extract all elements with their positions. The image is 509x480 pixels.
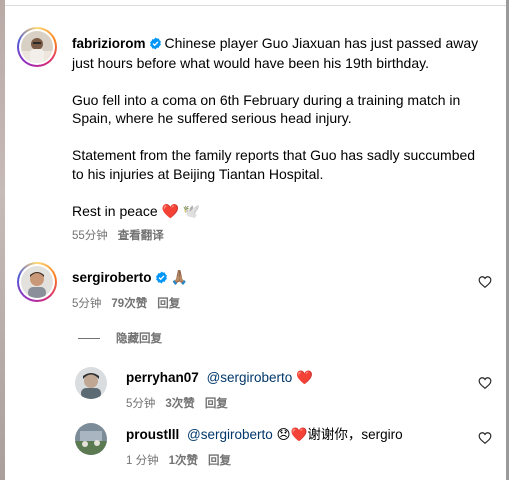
reply-username[interactable]: proustlll xyxy=(126,427,179,442)
reply-avatar[interactable] xyxy=(75,423,107,455)
caption-line-2: just hours before what would have been h… xyxy=(72,54,429,71)
caption-para2-line-2: Spain, where he suffered serious head in… xyxy=(72,110,352,126)
caption-line-1: Chinese player Guo Jiaxuan has just pass… xyxy=(164,35,479,51)
caption-para2-line-1: Guo fell into a coma on 6th February dur… xyxy=(72,91,461,108)
caption-para3-line-1: Statement from the family reports that G… xyxy=(72,147,476,163)
commenter-avatar[interactable] xyxy=(17,262,57,302)
comment-likes[interactable]: 79次赞 xyxy=(111,298,147,310)
reply-time[interactable]: 5分钟 xyxy=(126,398,155,410)
verified-badge-icon xyxy=(155,271,167,284)
top-divider xyxy=(5,0,506,6)
reply-likes[interactable]: 1次赞 xyxy=(169,455,198,467)
reply-avatar[interactable] xyxy=(75,367,107,399)
reply-mention[interactable]: @sergiroberto xyxy=(187,427,273,442)
reply-button[interactable]: 回复 xyxy=(208,455,231,467)
reply-username[interactable]: perryhan07 xyxy=(126,370,199,385)
reply-likes[interactable]: 3次赞 xyxy=(165,398,194,410)
caption-para4: Rest in peace ❤️ 🕊️ xyxy=(72,202,201,219)
comments-panel: fabriziorom Chinese player Guo Jiaxuan ha… xyxy=(0,0,509,480)
post-author-avatar[interactable] xyxy=(17,27,57,67)
verified-badge-icon xyxy=(149,37,161,50)
left-border xyxy=(0,0,5,480)
hide-replies-toggle[interactable]: 隐藏回复 xyxy=(78,330,162,346)
reply-button[interactable]: 回复 xyxy=(205,398,228,410)
hide-replies-label: 隐藏回复 xyxy=(116,333,162,345)
reply-text: ❤️ xyxy=(296,370,313,385)
see-translation-button[interactable]: 查看翻译 xyxy=(118,230,164,242)
heart-icon[interactable] xyxy=(478,376,492,390)
comment-time[interactable]: 5分钟 xyxy=(72,298,101,310)
post-time[interactable]: 55分钟 xyxy=(72,230,108,242)
post-author-username[interactable]: fabriziorom xyxy=(72,36,146,51)
reply-button[interactable]: 回复 xyxy=(157,298,180,310)
caption-para3-line-2: to his injuries at Beijing Tiantan Hospi… xyxy=(72,165,324,182)
reply-mention[interactable]: @sergiroberto xyxy=(207,370,293,385)
commenter-username[interactable]: sergiroberto xyxy=(72,270,152,285)
comment-text: 🙏🏽 xyxy=(170,269,188,285)
reply-time[interactable]: 1 分钟 xyxy=(126,455,159,467)
reply-text: 😞❤️谢谢你，sergiro xyxy=(276,427,403,442)
heart-icon[interactable] xyxy=(478,275,492,289)
divider-line xyxy=(78,337,100,339)
heart-icon[interactable] xyxy=(478,431,492,445)
